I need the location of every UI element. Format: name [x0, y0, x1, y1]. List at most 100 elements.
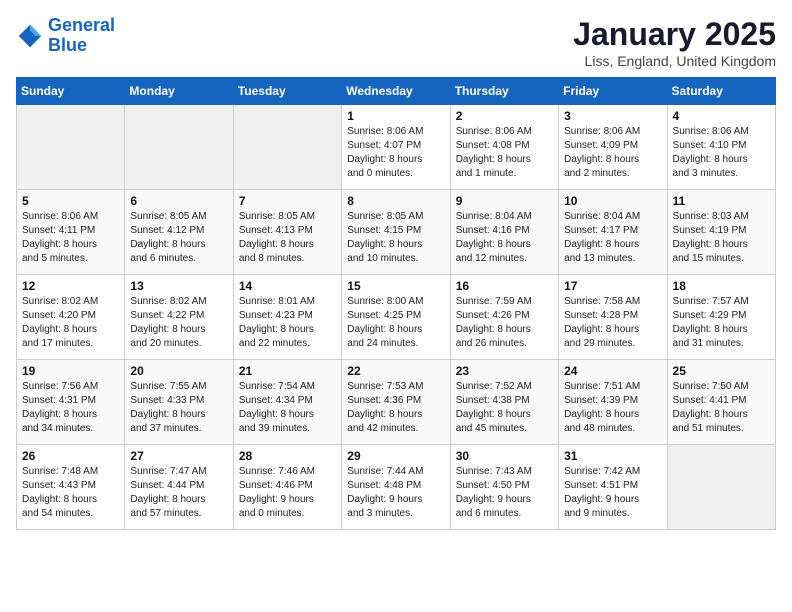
day-number: 11 [673, 194, 770, 208]
day-info: Sunrise: 7:56 AMSunset: 4:31 PMDaylight:… [22, 380, 119, 436]
day-number: 9 [456, 194, 553, 208]
calendar-week-1: 1Sunrise: 8:06 AMSunset: 4:07 PMDaylight… [17, 105, 776, 190]
calendar-cell: 2Sunrise: 8:06 AMSunset: 4:08 PMDaylight… [450, 105, 558, 190]
logo-text: General Blue [48, 16, 115, 56]
calendar-cell: 4 Sunrise: 8:06 AMSunset: 4:10 PMDaylight… [667, 105, 775, 190]
day-number: 6 [130, 194, 227, 208]
day-number: 25 [673, 364, 770, 378]
day-number: 29 [347, 449, 444, 463]
day-number: 24 [564, 364, 661, 378]
calendar-cell: 3Sunrise: 8:06 AMSunset: 4:09 PMDaylight… [559, 105, 667, 190]
day-info: Sunrise: 8:06 AMSunset: 4:10 PMDaylight:… [673, 125, 770, 181]
calendar-cell: 30Sunrise: 7:43 AMSunset: 4:50 PMDayligh… [450, 445, 558, 530]
day-number: 13 [130, 279, 227, 293]
title-area: January 2025 Liss, England, United Kingd… [573, 16, 776, 69]
weekday-header-wednesday: Wednesday [342, 78, 450, 105]
day-number: 15 [347, 279, 444, 293]
day-number: 26 [22, 449, 119, 463]
day-info: Sunrise: 8:00 AMSunset: 4:25 PMDaylight:… [347, 295, 444, 351]
calendar-cell: 31Sunrise: 7:42 AMSunset: 4:51 PMDayligh… [559, 445, 667, 530]
calendar-cell: 6 Sunrise: 8:05 AMSunset: 4:12 PMDaylight… [125, 190, 233, 275]
calendar-cell: 25 Sunrise: 7:50 AMSunset: 4:41 PMDayligh… [667, 360, 775, 445]
day-number: 16 [456, 279, 553, 293]
day-number: 3 [564, 109, 661, 123]
day-info: Sunrise: 7:57 AMSunset: 4:29 PMDaylight:… [673, 295, 770, 351]
weekday-header-saturday: Saturday [667, 78, 775, 105]
day-number: 12 [22, 279, 119, 293]
day-number: 20 [130, 364, 227, 378]
calendar-cell: 24 Sunrise: 7:51 AMSunset: 4:39 PMDayligh… [559, 360, 667, 445]
day-info: Sunrise: 7:46 AMSunset: 4:46 PMDaylight:… [239, 465, 336, 521]
calendar-cell: 27 Sunrise: 7:47 AMSunset: 4:44 PMDayligh… [125, 445, 233, 530]
calendar-cell: 18 Sunrise: 7:57 AMSunset: 4:29 PMDayligh… [667, 275, 775, 360]
day-info: Sunrise: 7:44 AMSunset: 4:48 PMDaylight:… [347, 465, 444, 521]
day-info: Sunrise: 7:55 AMSunset: 4:33 PMDaylight:… [130, 380, 227, 436]
day-info: Sunrise: 7:54 AMSunset: 4:34 PMDaylight:… [239, 380, 336, 436]
logo-line1: General [48, 15, 115, 35]
calendar-cell: 28 Sunrise: 7:46 AMSunset: 4:46 PMDayligh… [233, 445, 341, 530]
day-number: 27 [130, 449, 227, 463]
day-info: Sunrise: 8:02 AMSunset: 4:22 PMDaylight:… [130, 295, 227, 351]
day-info: Sunrise: 7:51 AMSunset: 4:39 PMDaylight:… [564, 380, 661, 436]
day-info: Sunrise: 8:03 AMSunset: 4:19 PMDaylight:… [673, 210, 770, 266]
day-info: Sunrise: 7:59 AMSunset: 4:26 PMDaylight:… [456, 295, 553, 351]
calendar-cell: 19 Sunrise: 7:56 AMSunset: 4:31 PMDayligh… [17, 360, 125, 445]
calendar-cell: 1Sunrise: 8:06 AMSunset: 4:07 PMDaylight… [342, 105, 450, 190]
day-number: 22 [347, 364, 444, 378]
day-info: Sunrise: 7:52 AMSunset: 4:38 PMDaylight:… [456, 380, 553, 436]
day-info: Sunrise: 8:05 AMSunset: 4:13 PMDaylight:… [239, 210, 336, 266]
calendar-cell: 16 Sunrise: 7:59 AMSunset: 4:26 PMDayligh… [450, 275, 558, 360]
day-info: Sunrise: 7:48 AMSunset: 4:43 PMDaylight:… [22, 465, 119, 521]
day-info: Sunrise: 8:02 AMSunset: 4:20 PMDaylight:… [22, 295, 119, 351]
day-number: 18 [673, 279, 770, 293]
calendar-cell: 11 Sunrise: 8:03 AMSunset: 4:19 PMDayligh… [667, 190, 775, 275]
calendar-cell: 7Sunrise: 8:05 AMSunset: 4:13 PMDaylight… [233, 190, 341, 275]
day-number: 1 [347, 109, 444, 123]
weekday-header-thursday: Thursday [450, 78, 558, 105]
day-number: 5 [22, 194, 119, 208]
day-info: Sunrise: 8:01 AMSunset: 4:23 PMDaylight:… [239, 295, 336, 351]
calendar-cell: 9 Sunrise: 8:04 AMSunset: 4:16 PMDaylight… [450, 190, 558, 275]
calendar-title: January 2025 [573, 16, 776, 53]
calendar-cell: 13 Sunrise: 8:02 AMSunset: 4:22 PMDayligh… [125, 275, 233, 360]
calendar-cell: 5Sunrise: 8:06 AMSunset: 4:11 PMDaylight… [17, 190, 125, 275]
day-info: Sunrise: 8:04 AMSunset: 4:17 PMDaylight:… [564, 210, 661, 266]
day-info: Sunrise: 8:05 AMSunset: 4:12 PMDaylight:… [130, 210, 227, 266]
day-number: 31 [564, 449, 661, 463]
logo-icon [16, 22, 44, 50]
day-number: 4 [673, 109, 770, 123]
day-info: Sunrise: 7:58 AMSunset: 4:28 PMDaylight:… [564, 295, 661, 351]
calendar-week-2: 5Sunrise: 8:06 AMSunset: 4:11 PMDaylight… [17, 190, 776, 275]
calendar-cell: 22 Sunrise: 7:53 AMSunset: 4:36 PMDayligh… [342, 360, 450, 445]
logo-line2: Blue [48, 35, 87, 55]
calendar-cell: 26 Sunrise: 7:48 AMSunset: 4:43 PMDayligh… [17, 445, 125, 530]
calendar-week-3: 12 Sunrise: 8:02 AMSunset: 4:20 PMDayligh… [17, 275, 776, 360]
calendar-cell [667, 445, 775, 530]
calendar-cell: 15 Sunrise: 8:00 AMSunset: 4:25 PMDayligh… [342, 275, 450, 360]
calendar-cell: 21Sunrise: 7:54 AMSunset: 4:34 PMDayligh… [233, 360, 341, 445]
calendar-cell [233, 105, 341, 190]
day-info: Sunrise: 7:47 AMSunset: 4:44 PMDaylight:… [130, 465, 227, 521]
calendar-cell: 12 Sunrise: 8:02 AMSunset: 4:20 PMDayligh… [17, 275, 125, 360]
weekday-row: SundayMondayTuesdayWednesdayThursdayFrid… [17, 78, 776, 105]
day-number: 2 [456, 109, 553, 123]
calendar-cell: 14 Sunrise: 8:01 AMSunset: 4:23 PMDayligh… [233, 275, 341, 360]
calendar-week-4: 19 Sunrise: 7:56 AMSunset: 4:31 PMDayligh… [17, 360, 776, 445]
weekday-header-sunday: Sunday [17, 78, 125, 105]
day-info: Sunrise: 8:05 AMSunset: 4:15 PMDaylight:… [347, 210, 444, 266]
day-info: Sunrise: 8:04 AMSunset: 4:16 PMDaylight:… [456, 210, 553, 266]
day-number: 19 [22, 364, 119, 378]
calendar-cell: 10Sunrise: 8:04 AMSunset: 4:17 PMDayligh… [559, 190, 667, 275]
day-number: 30 [456, 449, 553, 463]
calendar-cell: 17Sunrise: 7:58 AMSunset: 4:28 PMDayligh… [559, 275, 667, 360]
calendar-cell: 20 Sunrise: 7:55 AMSunset: 4:33 PMDayligh… [125, 360, 233, 445]
calendar-table: SundayMondayTuesdayWednesdayThursdayFrid… [16, 77, 776, 530]
weekday-header-monday: Monday [125, 78, 233, 105]
day-info: Sunrise: 7:50 AMSunset: 4:41 PMDaylight:… [673, 380, 770, 436]
day-number: 28 [239, 449, 336, 463]
day-info: Sunrise: 7:53 AMSunset: 4:36 PMDaylight:… [347, 380, 444, 436]
calendar-week-5: 26 Sunrise: 7:48 AMSunset: 4:43 PMDayligh… [17, 445, 776, 530]
calendar-header: SundayMondayTuesdayWednesdayThursdayFrid… [17, 78, 776, 105]
day-number: 14 [239, 279, 336, 293]
calendar-cell [125, 105, 233, 190]
